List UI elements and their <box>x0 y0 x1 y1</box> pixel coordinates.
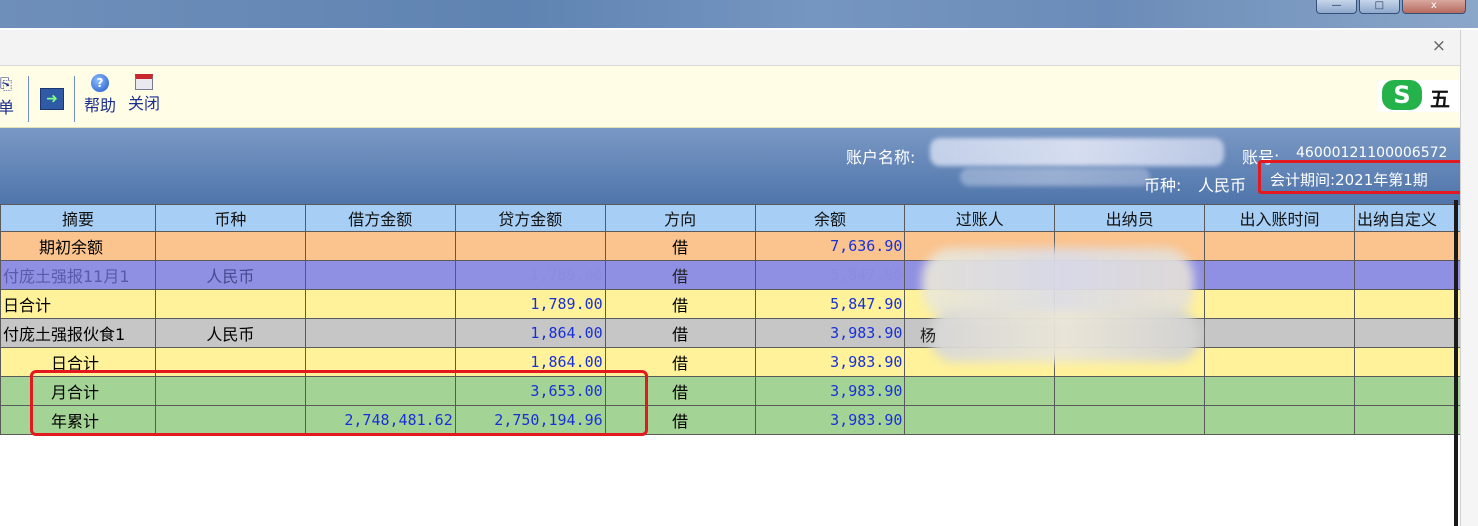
ime-mode-label: 五 <box>1430 87 1450 111</box>
help-button[interactable]: ? 帮助 <box>84 74 116 116</box>
column-header[interactable]: 出入账时间 <box>1204 204 1355 232</box>
document-icon: ⎘ <box>0 75 12 93</box>
period-value: 2021年第1期 <box>1335 171 1428 189</box>
scrollbar-edge[interactable] <box>1454 200 1458 526</box>
account-info-bar: 账户名称: 账号: 46000121100006572 币种: 人民币 会计期间… <box>0 128 1466 204</box>
credit-cell: 1,789.00 <box>454 260 606 290</box>
currency-value: 人民币 <box>1198 176 1247 195</box>
window-close-button[interactable]: x <box>1401 0 1466 14</box>
poster-cell <box>904 405 1056 435</box>
app-window: { "window": { "min_glyph": "—", "max_gly… <box>0 0 1478 526</box>
toolbar: ⎘ 单 ? 帮助 关闭 <box>0 66 1460 128</box>
currency-cell: 人民币 <box>154 318 306 348</box>
balance-cell: 5,847.90 <box>754 289 906 319</box>
summary-cell: 日合计 <box>0 289 156 319</box>
table-row[interactable]: 付庞土强报11月1 人民币 1,789.00 借 5,847.90 <box>0 260 1478 290</box>
currency-cell <box>154 231 306 261</box>
help-label: 帮助 <box>84 96 117 115</box>
credit-cell: 1,864.00 <box>454 318 606 348</box>
document-close-icon[interactable]: × <box>1432 36 1446 56</box>
minimize-button[interactable]: — <box>1316 0 1357 14</box>
account-no-value: 46000121100006572 <box>1296 145 1448 161</box>
toolbar-partial-button[interactable]: ⎘ 单 <box>0 74 16 118</box>
currency-label: 币种: <box>1144 176 1182 195</box>
redaction-smear <box>960 168 1150 186</box>
time-cell <box>1204 405 1355 435</box>
table-row[interactable]: 期初余额 借 7,636.90 <box>0 231 1478 261</box>
window-right-edge <box>1460 30 1478 526</box>
column-header[interactable]: 借方金额 <box>304 204 456 232</box>
close-button[interactable]: 关闭 <box>128 74 160 114</box>
poster-cell <box>904 376 1056 406</box>
summary-cell: 付庞土强报11月1 <box>0 260 156 290</box>
period-label: 会计期间: <box>1270 171 1336 189</box>
column-header[interactable]: 出纳员 <box>1054 204 1206 232</box>
account-name-redacted <box>930 138 1224 166</box>
direction-cell: 借 <box>604 318 756 348</box>
credit-cell <box>454 231 606 261</box>
balance-cell: 3,983.90 <box>754 405 906 435</box>
debit-cell <box>304 260 456 290</box>
balance-cell: 3,983.90 <box>754 318 906 348</box>
time-cell <box>1204 347 1355 377</box>
close-window-icon <box>135 74 153 90</box>
toolbar-partial-label: 单 <box>0 98 14 117</box>
credit-cell: 1,789.00 <box>454 289 606 319</box>
table-header-row: 摘要 币种 借方金额 贷方金额 方向 余额 过账人 出纳员 出入账时间 出纳自定… <box>0 204 1478 232</box>
balance-cell: 3,983.90 <box>754 347 906 377</box>
maximize-button[interactable]: □ <box>1358 0 1400 14</box>
totals-highlight <box>30 370 648 436</box>
time-cell <box>1204 318 1355 348</box>
balance-cell: 5,847.90 <box>754 260 906 290</box>
debit-cell <box>304 289 456 319</box>
toolbar-separator <box>28 76 29 122</box>
column-header[interactable]: 摘要 <box>0 204 156 232</box>
cashier-cell <box>1054 405 1206 435</box>
summary-cell: 付庞土强报伙食1 <box>0 318 156 348</box>
time-cell <box>1204 231 1355 261</box>
column-header[interactable]: 余额 <box>754 204 906 232</box>
accounting-period-highlight: 会计期间:2021年第1期 <box>1258 160 1466 194</box>
close-label: 关闭 <box>128 94 161 113</box>
help-icon: ? <box>91 74 109 92</box>
time-cell <box>1204 260 1355 290</box>
balance-cell: 3,983.90 <box>754 376 906 406</box>
document-tab-bar: × <box>0 30 1460 66</box>
direction-cell: 借 <box>604 260 756 290</box>
time-cell <box>1204 376 1355 406</box>
redaction-blur <box>930 310 1200 362</box>
balance-cell: 7,636.90 <box>754 231 906 261</box>
column-header[interactable]: 过账人 <box>904 204 1056 232</box>
debit-cell <box>304 231 456 261</box>
summary-cell: 期初余额 <box>0 231 156 261</box>
time-cell <box>1204 289 1355 319</box>
currency-cell <box>154 289 306 319</box>
exit-arrow-icon[interactable]: ➜ <box>40 88 64 110</box>
direction-cell: 借 <box>604 289 756 319</box>
toolbar-separator <box>74 76 75 122</box>
currency-cell: 人民币 <box>154 260 306 290</box>
table-row[interactable]: 日合计 1,789.00 借 5,847.90 <box>0 289 1478 319</box>
direction-cell: 借 <box>604 231 756 261</box>
column-header[interactable]: 贷方金额 <box>454 204 606 232</box>
cashier-cell <box>1054 376 1206 406</box>
ime-logo-icon: S <box>1382 80 1422 110</box>
account-name-label: 账户名称: <box>846 148 916 167</box>
column-header[interactable]: 币种 <box>154 204 306 232</box>
title-bar: — □ x <box>0 0 1478 28</box>
poster-name-partial: 杨 <box>920 326 937 345</box>
debit-cell <box>304 318 456 348</box>
table-row[interactable]: 付庞土强报伙食1 人民币 1,864.00 借 3,983.90 <box>0 318 1478 348</box>
window-controls: — □ x <box>1316 0 1466 14</box>
column-header[interactable]: 方向 <box>604 204 756 232</box>
